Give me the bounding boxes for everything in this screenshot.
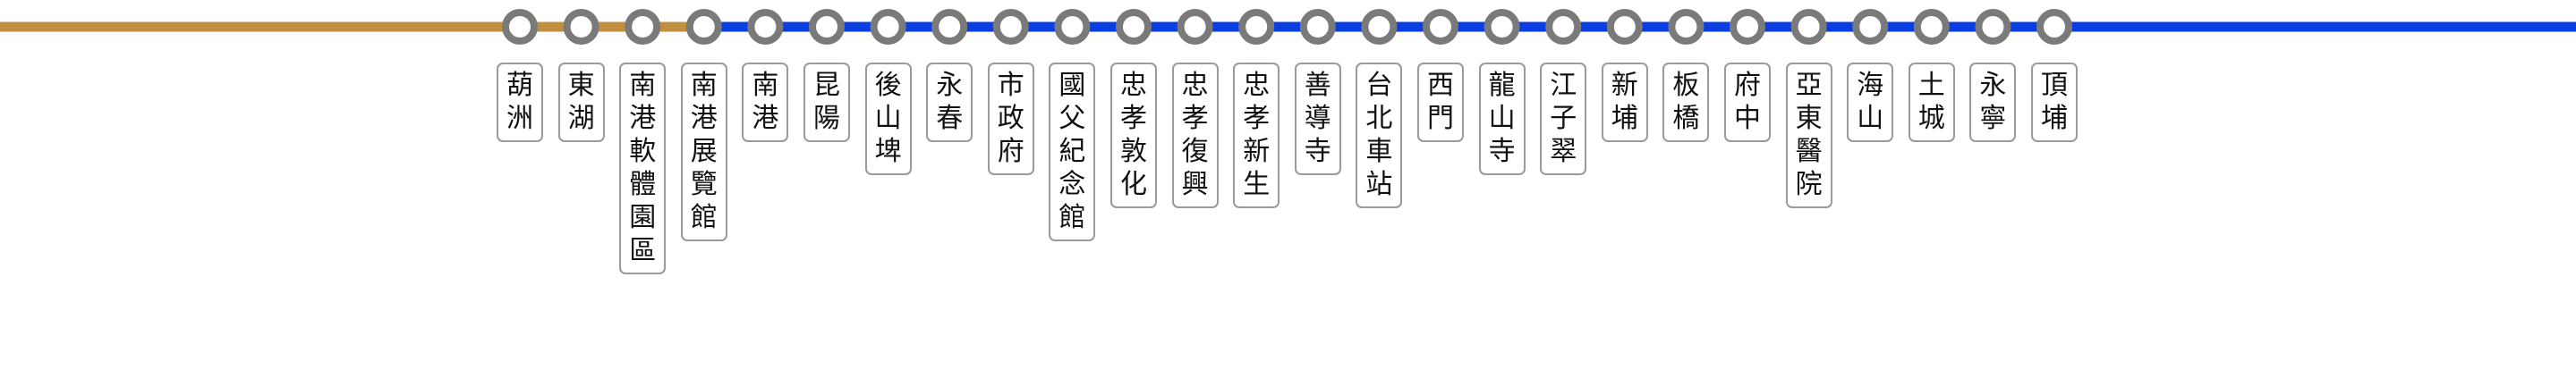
station-marker xyxy=(870,9,906,45)
station-label: 板橋 xyxy=(1662,63,1710,142)
station-marker xyxy=(1913,9,1950,45)
station-label: 市政府 xyxy=(987,63,1034,175)
station-label: 忠孝新生 xyxy=(1233,63,1280,208)
station-marker xyxy=(1423,9,1458,45)
station-label: 南港展覽館 xyxy=(680,63,727,241)
station-label: 南港軟體園區 xyxy=(619,63,667,274)
station-marker xyxy=(1116,9,1152,45)
station-marker xyxy=(992,9,1029,45)
station-label: 府中 xyxy=(1724,63,1771,142)
station-marker xyxy=(1668,9,1705,45)
station-label: 東湖 xyxy=(557,63,605,142)
station-label: 葫洲 xyxy=(497,63,543,142)
station-label: 善導寺 xyxy=(1294,63,1341,175)
station-marker xyxy=(1975,9,2011,45)
station-marker xyxy=(1545,9,1582,45)
station-marker xyxy=(2036,9,2072,45)
station-label: 南港 xyxy=(742,63,789,142)
station-label: 頂埔 xyxy=(2031,63,2078,142)
station-marker xyxy=(1361,9,1398,45)
route-map xyxy=(0,9,2576,45)
station-marker xyxy=(502,9,538,45)
station-label: 台北車站 xyxy=(1356,63,1403,208)
station-marker xyxy=(563,9,599,45)
station-label: 後山埤 xyxy=(864,63,912,175)
station-marker xyxy=(1852,9,1889,45)
station-label: 江子翠 xyxy=(1540,63,1587,175)
station-marker xyxy=(625,9,661,45)
station-label: 永春 xyxy=(926,63,973,142)
station-marker xyxy=(1484,9,1520,45)
station-marker xyxy=(747,9,784,45)
station-label: 龍山寺 xyxy=(1478,63,1526,175)
station-marker xyxy=(1238,9,1275,45)
station-marker xyxy=(931,9,968,45)
station-label: 忠孝敦化 xyxy=(1110,63,1157,208)
station-label: 忠孝復興 xyxy=(1171,63,1219,208)
station-marker xyxy=(1177,9,1213,45)
station-label: 新埔 xyxy=(1601,63,1648,142)
station-marker xyxy=(1606,9,1643,45)
station-marker xyxy=(1054,9,1091,45)
station-label: 永寧 xyxy=(1969,63,2017,142)
station-label: 昆陽 xyxy=(803,63,850,142)
station-marker xyxy=(1299,9,1336,45)
station-marker xyxy=(685,9,722,45)
station-label: 土城 xyxy=(1908,63,1955,142)
station-marker xyxy=(1790,9,1827,45)
station-label: 海山 xyxy=(1847,63,1894,142)
station-label: 國父紀念館 xyxy=(1049,63,1096,241)
station-marker xyxy=(809,9,845,45)
station-label: 亞東醫院 xyxy=(1785,63,1832,208)
station-label: 西門 xyxy=(1417,63,1464,142)
station-marker xyxy=(1730,9,1765,45)
